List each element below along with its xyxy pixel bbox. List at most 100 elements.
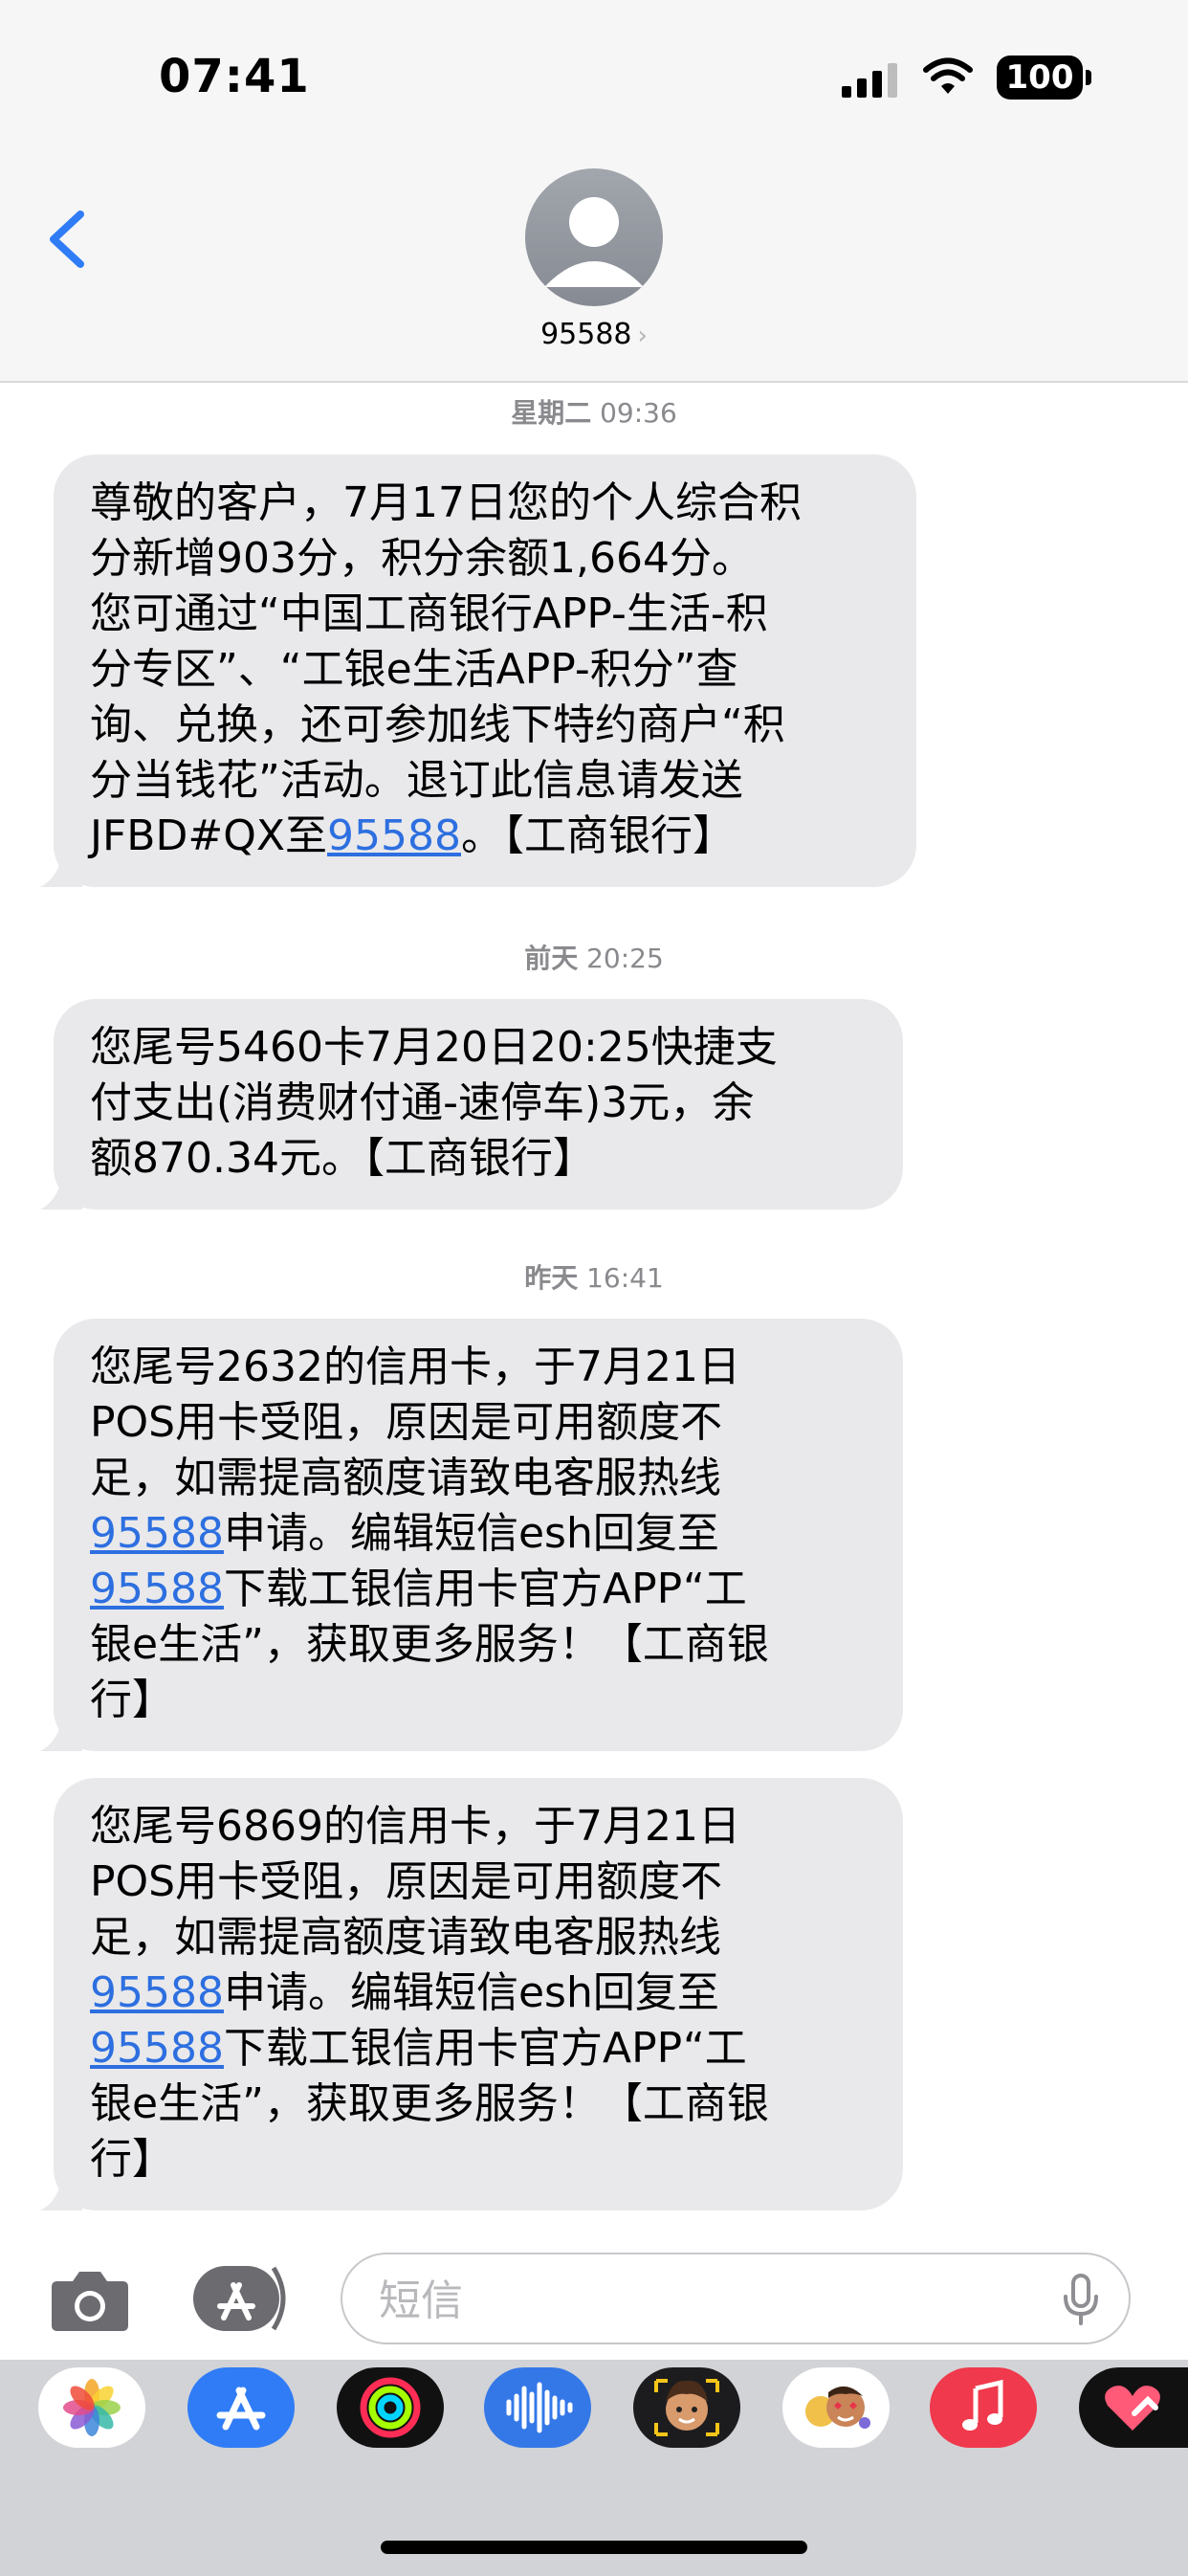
message-line: 分当钱花”活动。退订此信息请发送 [90, 753, 882, 809]
message-line: 分新增903分，积分余额1,664分。 [90, 531, 882, 587]
phone-number-link[interactable]: 95588 [327, 811, 461, 860]
battery-indicator: 100 [997, 56, 1091, 100]
cellular-signal-icon [842, 63, 897, 98]
message-text-segment: 。【工商银行】 [460, 811, 735, 860]
digital-touch-app-button[interactable] [1079, 2367, 1188, 2448]
message-line: 95588下载工银信用卡官方APP“工 [90, 1562, 869, 1617]
message-line: 您尾号6869的信用卡，于7月21日 [90, 1799, 869, 1854]
message-line: 额870.34元。【工商银行】 [90, 1131, 869, 1187]
message-text-segment: 银e生活”，获取更多服务！【工商银 [90, 1620, 769, 1669]
bubble-tail [40, 1713, 82, 1751]
message-text-segment: 足，如需提高额度请致电客服热线 [90, 1913, 721, 1962]
timestamp-day: 前天 [524, 943, 579, 974]
phone-number-link[interactable]: 95588 [90, 1509, 224, 1558]
home-indicator [381, 2541, 807, 2554]
message-text-segment: 尊敬的客户，7月17日您的个人综合积 [90, 478, 802, 527]
message-line: 95588申请。编辑短信esh回复至 [90, 1965, 869, 2021]
message-text-segment: 申请。编辑短信esh回复至 [223, 1968, 719, 2017]
contact-name-button[interactable]: 95588 › [0, 318, 1188, 351]
message-text-segment: 您尾号5460卡7月20日20:25快捷支 [90, 1023, 778, 1072]
message-bubble[interactable]: 您尾号2632的信用卡，于7月21日 POS用卡受阻，原因是可用额度不 足，如需提高… [40, 1319, 903, 1751]
message-text-segment: 您可通过“中国工商银行APP-生活-积 [90, 589, 768, 638]
timestamp: 前天 20:25 [0, 938, 1188, 976]
message-bubble[interactable]: 尊敬的客户，7月17日您的个人综合积 分新增903分，积分余额1,664分。 您可通… [40, 455, 916, 887]
message-line: 银e生活”，获取更多服务！【工商银 [90, 2076, 869, 2132]
timestamp-time: 20:25 [586, 943, 664, 974]
message-line: 询、兑换，还可参加线下特约商户“积 [90, 698, 882, 753]
app-store-icon [193, 2266, 286, 2331]
message-text-segment: 分专区”、“工银e生活APP-积分”查 [90, 645, 738, 694]
message-line: 行】 [90, 1673, 869, 1728]
message-text-segment: 行】 [90, 1676, 174, 1724]
timestamp-time: 09:36 [600, 397, 677, 429]
app-store-icon [216, 2387, 266, 2431]
status-time: 07:41 [159, 50, 310, 103]
back-button[interactable] [34, 201, 101, 278]
audio-message-app-button[interactable] [484, 2367, 591, 2448]
message-line: 足，如需提高额度请致电客服热线 [90, 1451, 869, 1506]
person-icon [544, 197, 644, 287]
message-text-segment: 足，如需提高额度请致电客服热线 [90, 1454, 721, 1502]
phone-number-link[interactable]: 95588 [90, 1968, 224, 2017]
bubble-tail [40, 849, 82, 887]
photos-icon [63, 2379, 121, 2436]
message-line: POS用卡受阻，原因是可用额度不 [90, 1395, 869, 1451]
message-line: 付支出(消费财付通-速停车)3元，余 [90, 1076, 869, 1131]
message-text-segment: 行】 [90, 2135, 174, 2184]
camera-button[interactable] [48, 2266, 132, 2333]
message-text-segment: POS用卡受阻，原因是可用额度不 [90, 1398, 723, 1447]
message-bubble[interactable]: 您尾号5460卡7月20日20:25快捷支 付支出(消费财付通-速停车)3元，余额… [40, 999, 903, 1210]
message-text-segment: 分新增903分，积分余额1,664分。 [90, 534, 754, 583]
music-app-button[interactable] [930, 2367, 1037, 2448]
timestamp: 星期二 09:36 [0, 392, 1188, 431]
message-text-segment: 额870.34元。【工商银行】 [90, 1134, 595, 1183]
bubble-tail [40, 1171, 82, 1210]
message-line: 95588下载工银信用卡官方APP“工 [90, 2021, 869, 2076]
message-bubble[interactable]: 您尾号6869的信用卡，于7月21日 POS用卡受阻，原因是可用额度不 足，如需提高… [40, 1778, 903, 2210]
memoji-stickers-app-button[interactable] [782, 2367, 890, 2448]
photos-app-button[interactable] [38, 2367, 145, 2448]
message-line: 分专区”、“工银e生活APP-积分”查 [90, 642, 882, 698]
status-bar: 07:41 100 [0, 0, 1188, 153]
phone-number-link[interactable]: 95588 [90, 2024, 224, 2073]
message-text-segment: 您尾号2632的信用卡，于7月21日 [90, 1343, 740, 1391]
message-line: 尊敬的客户，7月17日您的个人综合积 [90, 476, 882, 531]
message-text-segment: 您尾号6869的信用卡，于7月21日 [90, 1802, 740, 1851]
message-text: 尊敬的客户，7月17日您的个人综合积 分新增903分，积分余额1,664分。 您可通… [90, 476, 882, 864]
heart-digital-touch-icon [1105, 2386, 1160, 2431]
message-text: 您尾号5460卡7月20日20:25快捷支 付支出(消费财付通-速停车)3元，余额… [90, 1020, 869, 1187]
phone-number-link[interactable]: 95588 [90, 1565, 224, 1613]
timestamp-day: 星期二 [511, 397, 592, 429]
timestamp-day: 昨天 [524, 1262, 579, 1294]
message-line: 银e生活”，获取更多服务！【工商银 [90, 1617, 869, 1673]
activity-icon [360, 2377, 421, 2438]
message-input-field[interactable] [341, 2253, 1131, 2344]
message-input[interactable] [377, 2272, 1012, 2329]
microphone-icon[interactable] [1060, 2274, 1102, 2327]
message-text-segment: 下载工银信用卡官方APP“工 [223, 1565, 747, 1613]
chevron-right-icon: › [637, 322, 648, 350]
activity-app-button[interactable] [337, 2367, 444, 2448]
contact-avatar[interactable] [525, 168, 663, 306]
memoji-app-button[interactable] [633, 2367, 740, 2448]
message-text-segment: POS用卡受阻，原因是可用额度不 [90, 1857, 723, 1906]
memoji-stickers-icon [805, 2386, 870, 2429]
message-line: 您尾号2632的信用卡，于7月21日 [90, 1340, 869, 1395]
message-line: 您可通过“中国工商银行APP-生活-积 [90, 587, 882, 642]
message-text-segment: JFBD#QX至 [90, 811, 327, 860]
message-line: 您尾号5460卡7月20日20:25快捷支 [90, 1020, 869, 1076]
timestamp: 昨天 16:41 [0, 1257, 1188, 1296]
message-text-segment: 申请。编辑短信esh回复至 [223, 1509, 719, 1558]
message-text-segment: 银e生活”，获取更多服务！【工商银 [90, 2079, 769, 2128]
message-text: 您尾号2632的信用卡，于7月21日 POS用卡受阻，原因是可用额度不 足，如需提高… [90, 1340, 869, 1728]
message-line: 行】 [90, 2132, 869, 2187]
contact-name: 95588 [540, 318, 632, 351]
message-line: POS用卡受阻，原因是可用额度不 [90, 1854, 869, 1910]
message-text-segment: 付支出(消费财付通-速停车)3元，余 [90, 1078, 755, 1127]
message-line: 95588申请。编辑短信esh回复至 [90, 1506, 869, 1562]
apps-button[interactable] [189, 2262, 295, 2335]
message-line: 足，如需提高额度请致电客服热线 [90, 1910, 869, 1965]
timestamp-time: 16:41 [586, 1262, 664, 1294]
memoji-icon [654, 2379, 719, 2436]
app-store-app-button[interactable] [187, 2367, 295, 2448]
